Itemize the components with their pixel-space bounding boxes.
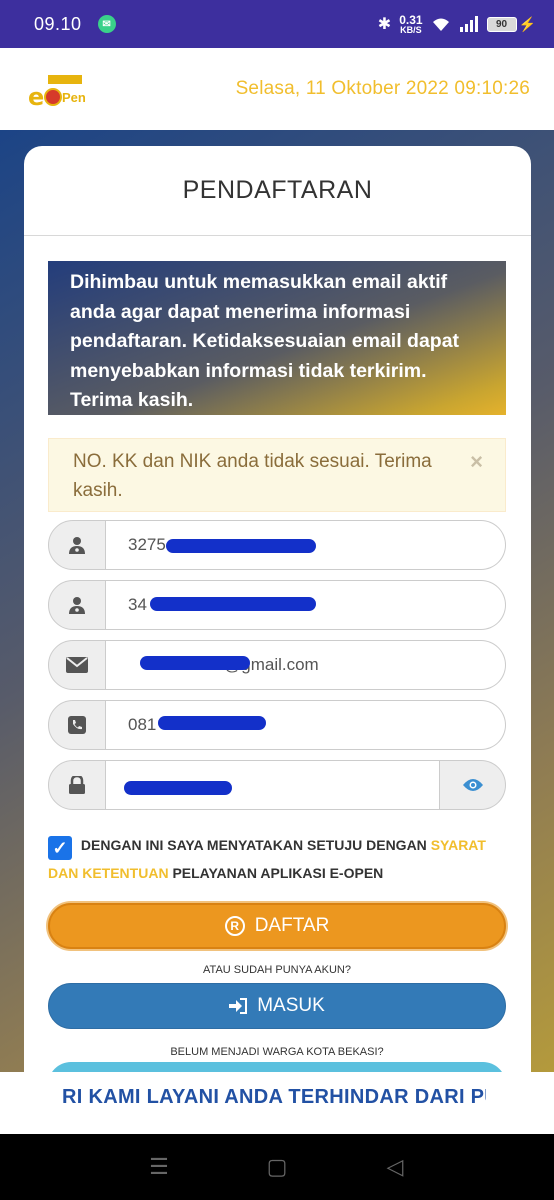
running-text: RI KAMI LAYANI ANDA TERHINDAR DARI PU — [62, 1086, 486, 1108]
bluetooth-icon: ✱ — [377, 16, 392, 33]
close-icon[interactable]: × — [470, 447, 483, 476]
user-md-icon — [48, 580, 106, 630]
masuk-button[interactable]: MASUK — [48, 983, 506, 1029]
status-time: 09.10 — [34, 13, 82, 34]
phone-field[interactable]: 081 — [106, 700, 506, 750]
charging-icon: ⚡ — [518, 15, 536, 32]
have-account-text: ATAU SUDAH PUNYA AKUN? — [203, 964, 351, 976]
agree-text-prefix: DENGAN INI SAYA MENYATAKAN SETUJU DENGAN — [80, 837, 427, 853]
agree-text-suffix: PELAYANAN APLIKASI E-OPEN — [172, 865, 384, 881]
phone-icon — [48, 700, 106, 750]
menu-icon[interactable]: ☰ — [139, 1154, 179, 1180]
battery-icon: 90 — [486, 16, 517, 32]
current-datetime: Selasa, 11 Oktober 2022 09:10:26 — [235, 78, 530, 99]
kk-field[interactable]: 3275 — [106, 520, 506, 570]
resident-register-button[interactable] — [48, 1062, 506, 1072]
email-field[interactable]: @gmail.com — [106, 640, 506, 690]
notification-icon: ✉ — [97, 15, 116, 33]
password-field[interactable] — [106, 760, 440, 810]
terms-agreement: ✓ DENGAN INI SAYA MENYATAKAN SETUJU DENG… — [48, 832, 510, 887]
envelope-icon — [48, 640, 106, 690]
email-info-box: Dihimbau untuk memasukkan email aktif an… — [48, 261, 506, 415]
registration-card: PENDAFTARAN Dihimbau untuk memasukkan em… — [24, 146, 531, 1072]
back-icon[interactable]: ◁ — [375, 1154, 415, 1180]
nik-field[interactable]: 34 — [106, 580, 506, 630]
daftar-button[interactable]: R DAFTAR — [48, 903, 506, 949]
registered-icon: R — [224, 916, 245, 936]
warning-alert: NO. KK dan NIK anda tidak sesuai. Terima… — [48, 438, 506, 512]
password-input-group — [48, 760, 506, 810]
kk-input-group: 3275 — [48, 520, 506, 570]
wifi-icon — [432, 18, 449, 31]
home-icon[interactable]: ▢ — [257, 1154, 297, 1180]
running-text-bar: RI KAMI LAYANI ANDA TERHINDAR DARI PU — [0, 1072, 554, 1134]
nik-input-group: 34 — [48, 580, 506, 630]
email-input-group: @gmail.com — [48, 640, 506, 690]
page-background: PENDAFTARAN Dihimbau untuk memasukkan em… — [0, 130, 554, 1072]
eopen-logo[interactable]: e Pen — [28, 69, 88, 111]
alert-text: NO. KK dan NIK anda tidak sesuai. Terima… — [73, 451, 432, 501]
page-title: PENDAFTARAN — [24, 146, 531, 236]
signal-icon — [459, 16, 478, 32]
masuk-label: MASUK — [257, 995, 325, 1016]
battery-indicator: 90 ⚡ — [486, 15, 536, 33]
network-speed: 0.31 KB/S — [399, 12, 423, 35]
agree-checkbox[interactable]: ✓ — [48, 836, 72, 860]
not-resident-text: BELUM MENJADI WARGA KOTA BEKASI? — [170, 1046, 384, 1058]
status-icons: ✱ 0.31 KB/S 90 ⚡ — [378, 14, 536, 35]
app-header: e Pen Selasa, 11 Oktober 2022 09:10:26 — [0, 48, 554, 130]
lock-icon — [48, 760, 106, 810]
system-nav-bar: ☰ ▢ ◁ — [0, 1134, 554, 1200]
daftar-label: DAFTAR — [254, 915, 330, 936]
status-bar: 09.10 ✉ ✱ 0.31 KB/S 90 ⚡ — [0, 0, 554, 48]
eye-icon[interactable] — [440, 760, 506, 810]
user-md-icon — [48, 520, 106, 570]
sign-in-icon — [229, 998, 248, 1014]
phone-input-group: 081 — [48, 700, 506, 750]
